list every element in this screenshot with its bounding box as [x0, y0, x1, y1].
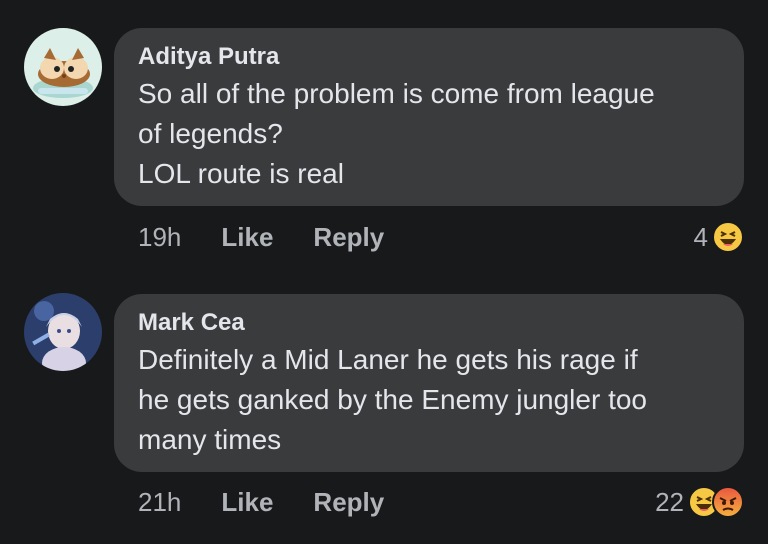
- reply-button[interactable]: Reply: [313, 487, 384, 518]
- comment-actions: 19h Like Reply: [138, 220, 424, 254]
- comment-author[interactable]: Aditya Putra: [138, 42, 720, 72]
- angry-emoji-icon: [712, 486, 744, 518]
- reaction-count: 22: [655, 486, 684, 517]
- avatar[interactable]: [24, 28, 102, 106]
- comment-text-line: LOL route is real: [138, 158, 344, 189]
- comment-actions: 21h Like Reply: [138, 485, 424, 519]
- comment-author[interactable]: Mark Cea: [138, 308, 720, 338]
- comment-text-line: So all of the problem is come from leagu…: [138, 78, 655, 109]
- timestamp[interactable]: 21h: [138, 487, 181, 518]
- reaction-summary[interactable]: 4: [694, 220, 744, 254]
- comment-text-line: of legends?: [138, 118, 283, 149]
- comment-text-line: many times: [138, 424, 282, 455]
- like-button[interactable]: Like: [221, 222, 273, 253]
- comment-bubble: Aditya Putra So all of the problem is co…: [114, 28, 744, 206]
- haha-emoji-icon: [712, 221, 744, 253]
- reaction-count: 4: [693, 221, 708, 252]
- like-button[interactable]: Like: [221, 487, 273, 518]
- comment-text-line: Definitely a Mid Laner he gets his rage …: [138, 344, 638, 375]
- comment-text-line: he gets ganked by the Enemy jungler too: [138, 384, 648, 415]
- comment-bubble: Mark Cea Definitely a Mid Laner he gets …: [114, 294, 744, 472]
- comment-text: Definitely a Mid Laner he gets his rage …: [138, 340, 720, 460]
- reply-button[interactable]: Reply: [313, 222, 384, 253]
- timestamp[interactable]: 19h: [138, 222, 181, 253]
- avatar[interactable]: [24, 293, 102, 371]
- reaction-summary[interactable]: 22: [655, 485, 744, 519]
- comment-text: So all of the problem is come from leagu…: [138, 74, 720, 194]
